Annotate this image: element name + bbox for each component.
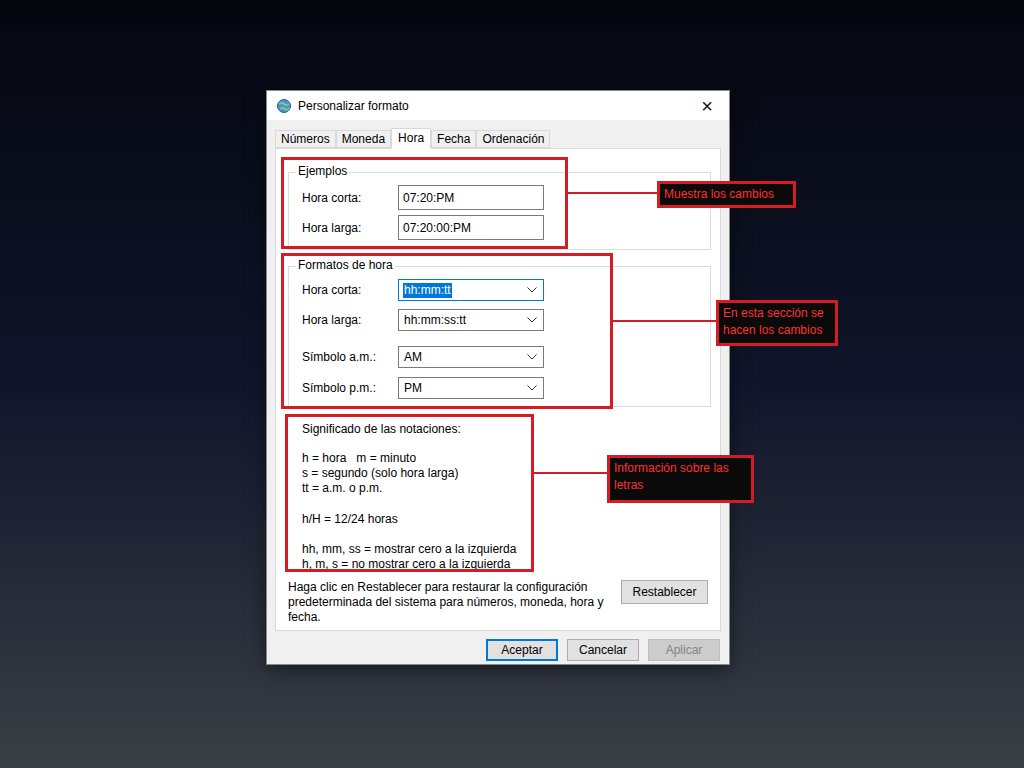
example-value: 07:20:00:PM (403, 219, 471, 237)
button-frame: Aplicar (648, 639, 720, 661)
button-frame: Cancelar (567, 639, 639, 661)
format-value: hh:mm:ss:tt (403, 313, 467, 328)
field-label: Símbolo p.m.: (289, 379, 398, 397)
field-label: Hora corta: (289, 189, 398, 207)
title-bar: Personalizar formato × (267, 91, 729, 120)
formats-group: Formatos de horaHora corta:hh:mm:ttHora … (288, 266, 711, 407)
notation-line: hh, mm, ss = mostrar cero a la izquierda (302, 542, 720, 557)
globe-icon (276, 98, 292, 114)
close-button[interactable]: × (685, 91, 729, 120)
annotation-label: Muestra los cambios (657, 181, 796, 208)
format-combobox[interactable]: AM (398, 346, 544, 368)
annotation-line (613, 320, 716, 322)
dialog-button: Aplicar (649, 640, 719, 660)
group-title: Formatos de hora (296, 258, 395, 273)
tab[interactable]: Ordenación (476, 130, 550, 148)
format-combobox[interactable]: hh:mm:tt (398, 279, 544, 301)
format-value: AM (403, 350, 423, 365)
tab[interactable]: Hora (391, 128, 431, 149)
reset-text: Haga clic en Restablecer para restaurar … (288, 580, 618, 625)
annotation-label: En esta sección se hacen los cambios (716, 300, 838, 346)
example-field: 07:20:00:PM (398, 215, 544, 240)
desktop-background: Personalizar formato×NúmerosMonedaHoraFe… (0, 0, 1024, 768)
format-value: PM (403, 381, 423, 396)
tab-panel: Ejemplos Hora corta: 07:20:PM Hora larga: 07… (275, 148, 721, 631)
annotation-box (281, 157, 568, 249)
annotation-box (285, 414, 534, 572)
chevron-down-icon (527, 354, 537, 360)
format-row: Símbolo p.m.: PM (289, 377, 710, 399)
example-row: Hora corta: 07:20:PM (289, 185, 710, 210)
annotation-line (568, 192, 657, 194)
window-title: Personalizar formato (298, 98, 409, 114)
example-field: 07:20:PM (398, 185, 544, 210)
examples-group: EjemplosHora corta:07:20:PMHora larga:07… (288, 172, 711, 250)
format-value: hh:mm:tt (403, 283, 452, 298)
annotation-line (534, 472, 607, 474)
tab[interactable]: Moneda (336, 130, 391, 148)
chevron-down-icon (527, 287, 537, 293)
format-row: Símbolo a.m.: AM (289, 346, 710, 368)
group-title: Ejemplos (296, 164, 349, 179)
notation-group: h/H = 12/24 horas (302, 512, 720, 527)
dialog-button[interactable]: Aceptar (488, 641, 556, 659)
format-row: Hora corta: hh:mm:tt (289, 279, 710, 301)
tab[interactable]: Números (275, 130, 336, 148)
field-label: Hora corta: (289, 281, 398, 299)
reset-button[interactable]: Restablecer (621, 580, 708, 604)
example-value: 07:20:PM (403, 189, 454, 207)
button-row: Aceptar Cancelar Aplicar (267, 639, 729, 661)
format-combobox[interactable]: PM (398, 377, 544, 399)
tab-strip: NúmerosMonedaHoraFechaOrdenación (267, 120, 729, 148)
annotation-box (281, 253, 613, 409)
example-row: Hora larga: 07:20:00:PM (289, 215, 710, 240)
format-combobox[interactable]: hh:mm:ss:tt (398, 309, 544, 331)
reset-row: Haga clic en Restablecer para restaurar … (276, 580, 720, 625)
annotation-label: Información sobre las letras (607, 455, 754, 503)
field-label: Hora larga: (289, 219, 398, 237)
chevron-down-icon (527, 317, 537, 323)
notation-line: h/H = 12/24 horas (302, 512, 720, 527)
field-label: Símbolo a.m.: (289, 348, 398, 366)
dialog-button[interactable]: Cancelar (568, 640, 638, 660)
chevron-down-icon (527, 385, 537, 391)
field-label: Hora larga: (289, 311, 398, 329)
dialog-window: Personalizar formato×NúmerosMonedaHoraFe… (266, 90, 730, 665)
tab[interactable]: Fecha (431, 130, 476, 148)
notation-group: hh, mm, ss = mostrar cero a la izquierda… (302, 542, 720, 572)
button-frame: Aceptar (486, 639, 558, 661)
notations-title: Significado de las notaciones: (302, 422, 720, 437)
